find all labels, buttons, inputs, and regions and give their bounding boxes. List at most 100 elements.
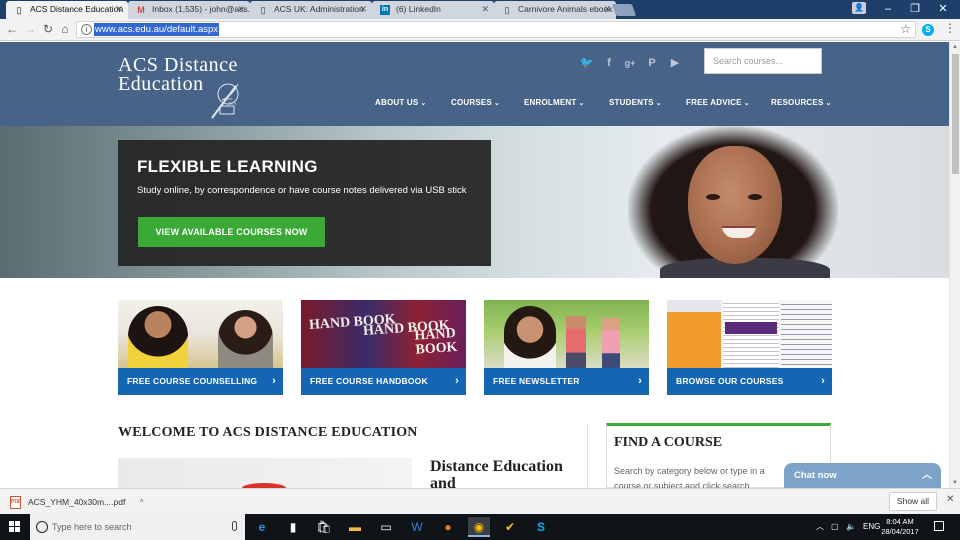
close-window-button[interactable]: ✕ <box>928 0 958 19</box>
show-all-button[interactable]: Show all <box>889 492 937 511</box>
chevron-up-icon[interactable]: ^ <box>140 498 144 507</box>
skype-icon[interactable]: S <box>530 517 552 537</box>
close-downloads-icon[interactable]: ✕ <box>946 494 954 505</box>
back-arrow-icon[interactable]: ← <box>4 21 20 38</box>
firefox-icon[interactable]: ● <box>437 517 459 537</box>
speaker-icon[interactable]: 🔈 <box>846 514 856 540</box>
handbook-cover-text: HAND BOOK <box>414 325 458 358</box>
facebook-icon[interactable]: f <box>602 56 616 70</box>
tile-label: FREE NEWSLETTER <box>493 376 580 386</box>
address-bar[interactable]: i www.acs.edu.au/default.aspx ☆ <box>76 21 916 38</box>
edge-icon[interactable]: e <box>251 517 273 537</box>
quill-emblem-icon <box>211 83 239 119</box>
tile-course-counselling[interactable]: FREE COURSE COUNSELLING › <box>118 300 283 395</box>
nav-enrolment[interactable]: ENROLMENT ⌄ <box>524 98 585 107</box>
hero-title: FLEXIBLE LEARNING <box>137 157 318 176</box>
tile-label-bar[interactable]: FREE COURSE HANDBOOK › <box>301 368 466 395</box>
maximize-button[interactable]: ❐ <box>900 0 930 19</box>
chrome-icon[interactable]: ◉ <box>468 517 490 537</box>
chevron-down-icon: ⌄ <box>825 100 832 107</box>
students-studying-image <box>118 300 283 368</box>
close-tab-icon[interactable]: ✕ <box>603 1 611 18</box>
tab-acs-distance-education[interactable]: ▯ ACS Distance Education ✕ <box>6 1 128 19</box>
scroll-up-icon[interactable]: ▲ <box>952 44 958 50</box>
view-courses-button[interactable]: VIEW AVAILABLE COURSES NOW <box>138 217 325 247</box>
tray-app-icon[interactable]: ▢ <box>831 514 839 540</box>
page-icon: ▯ <box>504 5 510 15</box>
nav-resources[interactable]: RESOURCES ⌄ <box>771 98 832 107</box>
tile-label: FREE COURSE HANDBOOK <box>310 376 428 386</box>
nav-courses[interactable]: COURSES ⌄ <box>451 98 500 107</box>
downloads-bar: PDF ACS_YHM_40x30m....pdf ^ Show all ✕ <box>0 488 960 514</box>
info-icon[interactable]: i <box>81 24 92 35</box>
nav-label: RESOURCES <box>771 98 824 107</box>
google-plus-icon[interactable]: g+ <box>623 56 637 70</box>
close-tab-icon[interactable]: ✕ <box>481 1 489 18</box>
profile-icon[interactable]: 👤 <box>852 2 866 14</box>
tile-newsletter[interactable]: FREE NEWSLETTER › <box>484 300 649 395</box>
skype-extension-icon[interactable]: S <box>922 24 934 36</box>
hero-subtitle: Study online, by correspondence or have … <box>137 185 467 196</box>
tab-carnivore-animals[interactable]: ▯ Carnivore Animals ebook ✕ <box>494 1 616 19</box>
tile-course-handbook[interactable]: HAND BOOK HAND BOOK HAND BOOK FREE COURS… <box>301 300 466 395</box>
file-explorer-icon[interactable]: ▬ <box>344 517 366 537</box>
tile-browse-courses[interactable]: BROWSE OUR COURSES › <box>667 300 832 395</box>
windows-start-icon[interactable] <box>0 514 30 540</box>
taskbar-search-box[interactable]: Type here to search <box>30 514 245 540</box>
home-icon[interactable]: ⌂ <box>57 21 73 38</box>
tab-linkedin[interactable]: in (6) LinkedIn ✕ <box>372 1 494 19</box>
hero-photo-eye <box>748 194 762 200</box>
download-filename: ACS_YHM_40x30m....pdf <box>28 497 126 507</box>
bookmark-star-icon[interactable]: ☆ <box>900 22 911 37</box>
chat-now-widget[interactable]: Chat now ︿ <box>784 463 941 488</box>
microphone-icon[interactable] <box>232 521 237 531</box>
page-scrollbar[interactable]: ▲ ▼ <box>949 42 960 488</box>
tile-label-bar[interactable]: BROWSE OUR COURSES › <box>667 368 832 395</box>
pinterest-icon[interactable]: P <box>645 56 659 70</box>
close-tab-icon[interactable]: ✕ <box>237 1 245 18</box>
store-icon[interactable]: 🛍 <box>313 517 335 537</box>
hero-callout: FLEXIBLE LEARNING Study online, by corre… <box>118 140 491 266</box>
taskbar-clock[interactable]: 8:04 AM 28/04/2017 <box>876 517 924 537</box>
scrollbar-thumb[interactable] <box>952 54 959 174</box>
welcome-heading: WELCOME TO ACS DISTANCE EDUCATION <box>118 425 418 440</box>
nav-label: FREE ADVICE <box>686 98 742 107</box>
youtube-icon[interactable]: ▶ <box>668 56 682 70</box>
scroll-down-icon[interactable]: ▼ <box>952 480 958 486</box>
nav-label: STUDENTS <box>609 98 654 107</box>
tile-label-bar[interactable]: FREE NEWSLETTER › <box>484 368 649 395</box>
nav-students[interactable]: STUDENTS ⌄ <box>609 98 662 107</box>
tray-chevron-icon[interactable]: ︿ <box>816 514 824 540</box>
url-text[interactable]: www.acs.edu.au/default.aspx <box>94 23 220 36</box>
page-icon: ▯ <box>260 5 266 15</box>
chevron-right-icon: › <box>638 375 642 387</box>
notifications-icon[interactable] <box>934 521 944 531</box>
norton-icon[interactable]: ✔ <box>499 517 521 537</box>
close-tab-icon[interactable]: ✕ <box>115 1 123 18</box>
course-search-input[interactable]: Search courses... <box>704 48 822 74</box>
tab-inbox[interactable]: M Inbox (1,535) - john@acs. ✕ <box>128 1 250 19</box>
tile-label: FREE COURSE COUNSELLING <box>127 376 258 386</box>
handbooks-image: HAND BOOK HAND BOOK HAND BOOK <box>301 300 466 368</box>
reload-icon[interactable]: ↻ <box>40 21 56 38</box>
word-icon[interactable]: W <box>406 517 428 537</box>
download-item[interactable]: PDF ACS_YHM_40x30m....pdf ^ <box>8 493 143 511</box>
find-course-title: FIND A COURSE <box>614 435 723 450</box>
students-outdoors-image <box>484 300 649 368</box>
tile-label: BROWSE OUR COURSES <box>676 376 784 386</box>
nav-about-us[interactable]: ABOUT US ⌄ <box>375 98 426 107</box>
twitter-icon[interactable]: 🐦 <box>580 56 594 70</box>
photos-icon[interactable]: ▭ <box>375 517 397 537</box>
new-tab-button[interactable] <box>611 4 637 16</box>
tab-acs-uk-administration[interactable]: ▯ ACS UK: Administration ✕ <box>250 1 372 19</box>
close-tab-icon[interactable]: ✕ <box>359 1 367 18</box>
tile-label-bar[interactable]: FREE COURSE COUNSELLING › <box>118 368 283 395</box>
forward-arrow-icon[interactable]: → <box>22 21 38 38</box>
chevron-down-icon: ⌄ <box>578 100 585 107</box>
chat-label: Chat now <box>794 470 837 481</box>
nav-free-advice[interactable]: FREE ADVICE ⌄ <box>686 98 750 107</box>
hero-photo-face <box>688 146 782 264</box>
minimize-button[interactable]: – <box>873 0 903 19</box>
task-view-icon[interactable]: ▮ <box>282 517 304 537</box>
chrome-menu-icon[interactable]: ⋮ <box>944 21 956 35</box>
